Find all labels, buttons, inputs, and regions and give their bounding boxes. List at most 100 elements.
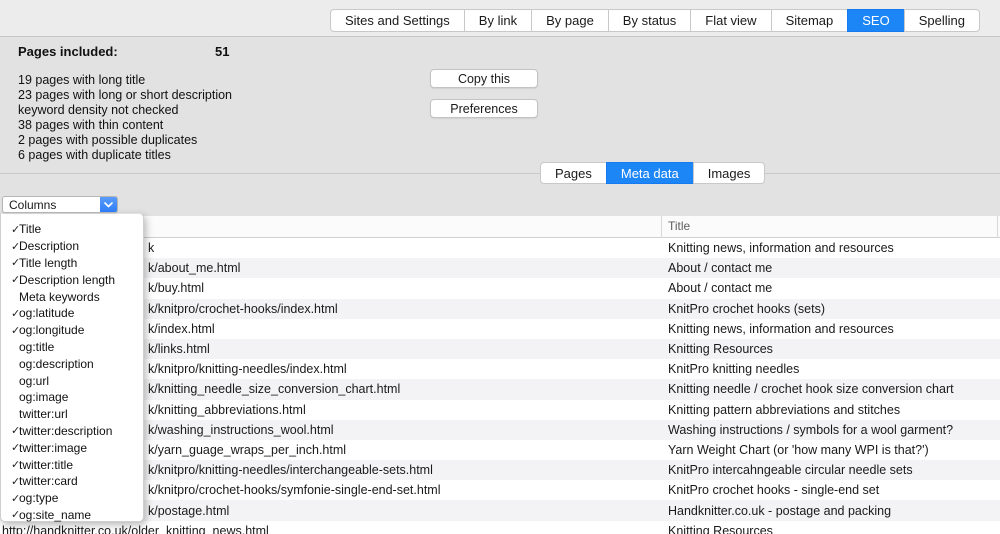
main-tab-bar: Sites and SettingsBy linkBy pageBy statu… xyxy=(330,9,980,32)
menu-item-label: og:description xyxy=(19,357,94,371)
menu-item-title[interactable]: ✓Title xyxy=(1,221,143,238)
title-cell: Handknitter.co.uk - postage and packing xyxy=(660,504,1000,518)
checkmark-icon: ✓ xyxy=(1,508,19,521)
title-cell: Knitting news, information and resources xyxy=(660,322,1000,336)
menu-item-label: twitter:url xyxy=(19,407,68,421)
tab-flat-view[interactable]: Flat view xyxy=(690,9,771,32)
table-row[interactable]: kKnitting news, information and resource… xyxy=(0,238,1000,258)
view-tab-pages[interactable]: Pages xyxy=(540,162,607,184)
table-header[interactable]: Title xyxy=(0,216,1000,238)
menu-item-label: twitter:title xyxy=(19,458,73,472)
menu-item-label: twitter:image xyxy=(19,441,87,455)
table-row[interactable]: k/knitpro/knitting-needles/index.htmlKni… xyxy=(0,359,1000,379)
menu-item-label: Title xyxy=(19,222,41,236)
columns-dropdown-menu: ✓Title✓Description✓Title length✓Descript… xyxy=(0,213,144,522)
table-row[interactable]: k/washing_instructions_wool.htmlWashing … xyxy=(0,420,1000,440)
checkmark-icon: ✓ xyxy=(1,256,19,269)
preferences-button[interactable]: Preferences xyxy=(430,99,538,118)
summary-line: 38 pages with thin content xyxy=(18,118,418,133)
view-tab-bar: PagesMeta dataImages xyxy=(540,162,765,184)
title-cell: KnitPro crochet hooks (sets) xyxy=(660,302,1000,316)
preferences-label: Preferences xyxy=(450,102,517,116)
summary-line: keyword density not checked xyxy=(18,103,418,118)
checkmark-icon: ✓ xyxy=(1,441,19,454)
menu-item-og-description[interactable]: og:description xyxy=(1,355,143,372)
tab-by-page[interactable]: By page xyxy=(531,9,609,32)
table-row[interactable]: k/knitpro/crochet-hooks/symfonie-single-… xyxy=(0,480,1000,500)
seo-summary-panel: Pages included: 51 19 pages with long ti… xyxy=(18,44,418,163)
menu-item-twitter-card[interactable]: ✓twitter:card xyxy=(1,473,143,490)
title-cell: Knitting pattern abbreviations and stitc… xyxy=(660,403,1000,417)
title-column-header[interactable]: Title xyxy=(668,219,690,233)
menu-item-label: Title length xyxy=(19,256,77,270)
column-divider[interactable] xyxy=(661,216,662,238)
menu-item-twitter-image[interactable]: ✓twitter:image xyxy=(1,439,143,456)
menu-item-title-length[interactable]: ✓Title length xyxy=(1,255,143,272)
menu-item-label: Description xyxy=(19,239,79,253)
menu-item-meta-keywords[interactable]: Meta keywords xyxy=(1,288,143,305)
menu-item-label: og:title xyxy=(19,340,54,354)
view-tab-images[interactable]: Images xyxy=(693,162,766,184)
title-cell: Knitting news, information and resources xyxy=(660,241,1000,255)
menu-item-twitter-description[interactable]: ✓twitter:description xyxy=(1,423,143,440)
meta-data-table: Title kKnitting news, information and re… xyxy=(0,216,1000,534)
title-cell: Knitting needle / crochet hook size conv… xyxy=(660,382,1000,396)
copy-this-label: Copy this xyxy=(458,72,510,86)
menu-item-twitter-title[interactable]: ✓twitter:title xyxy=(1,456,143,473)
menu-item-og-type[interactable]: ✓og:type xyxy=(1,490,143,507)
table-row[interactable]: k/index.htmlKnitting news, information a… xyxy=(0,319,1000,339)
table-row[interactable]: k/knitpro/crochet-hooks/index.htmlKnitPr… xyxy=(0,299,1000,319)
menu-item-label: twitter:description xyxy=(19,424,112,438)
tab-sitemap[interactable]: Sitemap xyxy=(771,9,849,32)
copy-this-button[interactable]: Copy this xyxy=(430,69,538,88)
view-tab-meta-data[interactable]: Meta data xyxy=(606,162,694,184)
menu-item-description[interactable]: ✓Description xyxy=(1,238,143,255)
table-row[interactable]: k/knitpro/knitting-needles/interchangeab… xyxy=(0,460,1000,480)
tab-seo[interactable]: SEO xyxy=(847,9,904,32)
menu-item-label: og:longitude xyxy=(19,323,84,337)
url-cell: http://handknitter.co.uk/older_knitting_… xyxy=(0,524,660,534)
table-row[interactable]: k/links.htmlKnitting Resources xyxy=(0,339,1000,359)
tab-spelling[interactable]: Spelling xyxy=(904,9,980,32)
summary-line: 2 pages with possible duplicates xyxy=(18,133,418,148)
checkmark-icon: ✓ xyxy=(1,458,19,471)
menu-item-description-length[interactable]: ✓Description length xyxy=(1,271,143,288)
checkmark-icon: ✓ xyxy=(1,492,19,505)
menu-item-og-longitude[interactable]: ✓og:longitude xyxy=(1,322,143,339)
title-cell: About / contact me xyxy=(660,261,1000,275)
menu-item-label: og:latitude xyxy=(19,306,74,320)
checkmark-icon: ✓ xyxy=(1,273,19,286)
menu-item-label: og:url xyxy=(19,374,49,388)
table-row[interactable]: http://handknitter.co.uk/older_knitting_… xyxy=(0,521,1000,534)
table-row[interactable]: k/postage.htmlHandknitter.co.uk - postag… xyxy=(0,500,1000,520)
table-row[interactable]: k/knitting_needle_size_conversion_chart.… xyxy=(0,379,1000,399)
top-toolbar: Sites and SettingsBy linkBy pageBy statu… xyxy=(0,0,1000,37)
panel-divider xyxy=(0,173,1000,174)
menu-item-twitter-url[interactable]: twitter:url xyxy=(1,406,143,423)
menu-item-label: og:image xyxy=(19,390,68,404)
summary-line: 23 pages with long or short description xyxy=(18,88,418,103)
columns-popup-button[interactable]: Columns xyxy=(2,196,118,213)
checkmark-icon: ✓ xyxy=(1,240,19,253)
summary-lines: 19 pages with long title23 pages with lo… xyxy=(18,73,418,163)
menu-item-og-latitude[interactable]: ✓og:latitude xyxy=(1,305,143,322)
tab-by-link[interactable]: By link xyxy=(464,9,532,32)
table-row[interactable]: k/buy.htmlAbout / contact me xyxy=(0,278,1000,298)
table-row[interactable]: k/about_me.htmlAbout / contact me xyxy=(0,258,1000,278)
menu-item-og-image[interactable]: og:image xyxy=(1,389,143,406)
table-row[interactable]: k/yarn_guage_wraps_per_inch.htmlYarn Wei… xyxy=(0,440,1000,460)
tab-by-status[interactable]: By status xyxy=(608,9,691,32)
checkmark-icon: ✓ xyxy=(1,307,19,320)
column-divider[interactable] xyxy=(997,216,998,238)
table-row[interactable]: k/knitting_abbreviations.htmlKnitting pa… xyxy=(0,400,1000,420)
checkmark-icon: ✓ xyxy=(1,223,19,236)
menu-item-og-title[interactable]: og:title xyxy=(1,339,143,356)
menu-item-label: Meta keywords xyxy=(19,290,100,304)
chevron-down-icon xyxy=(100,197,117,212)
title-cell: KnitPro crochet hooks - single-end set xyxy=(660,483,1000,497)
checkmark-icon: ✓ xyxy=(1,324,19,337)
summary-line: 6 pages with duplicate titles xyxy=(18,148,418,163)
menu-item-og-url[interactable]: og:url xyxy=(1,372,143,389)
menu-item-og-site-name[interactable]: ✓og:site_name xyxy=(1,507,143,524)
tab-sites-and-settings[interactable]: Sites and Settings xyxy=(330,9,465,32)
